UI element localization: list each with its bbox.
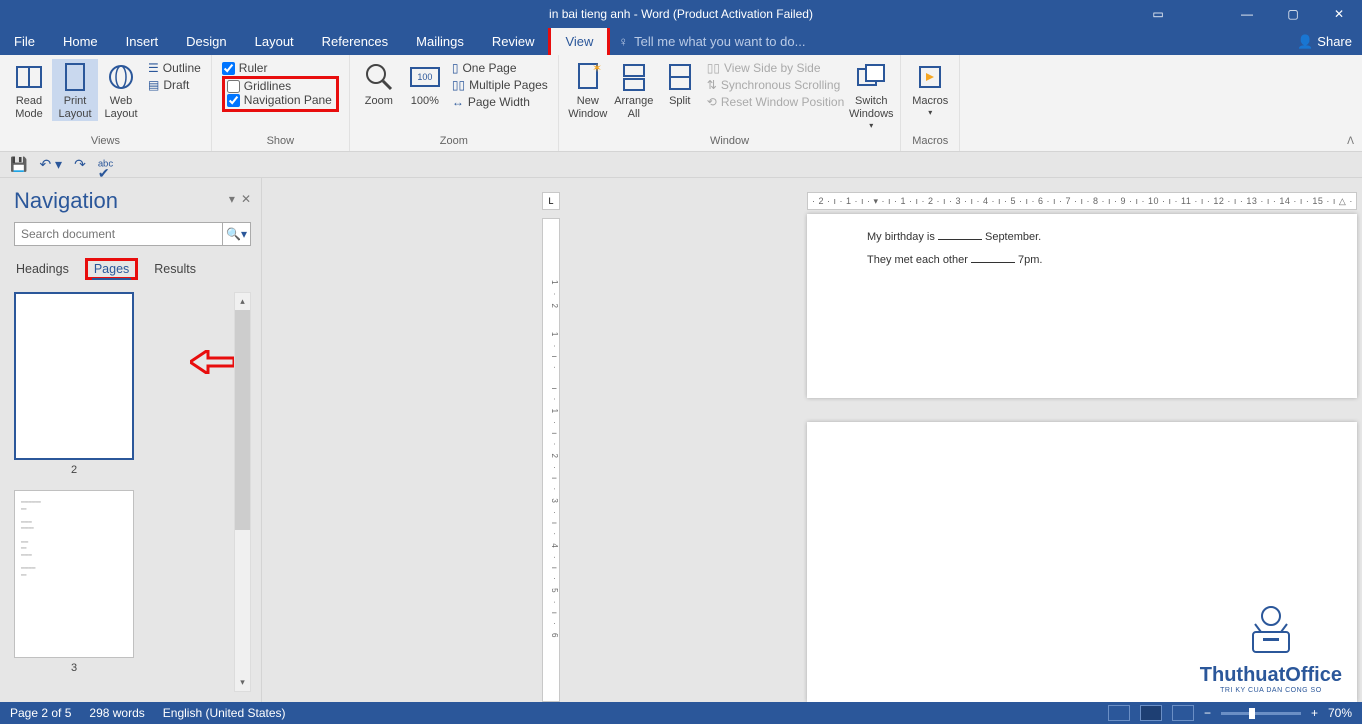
window-title: in bai tieng anh - Word (Product Activat… [549,7,813,21]
collapse-ribbon-button[interactable]: ᐱ [1347,136,1354,147]
nav-close-button[interactable]: ✕ [241,192,251,206]
thumb-label-2: 2 [14,464,134,476]
page-width-button[interactable]: ↔Page Width [452,95,548,109]
group-macros-label: Macros [907,135,953,149]
status-language[interactable]: English (United States) [163,706,286,720]
share-button[interactable]: 👤Share [1297,34,1352,50]
tell-me[interactable]: ♀Tell me what you want to do... [618,34,805,49]
tab-mailings[interactable]: Mailings [402,28,478,55]
nav-scrollbar[interactable]: ▴ ▾ [234,292,251,692]
navigation-pane-checkbox[interactable]: Navigation Pane [227,93,332,107]
status-page[interactable]: Page 2 of 5 [10,706,71,720]
nav-options-button[interactable]: ▾ [229,192,235,206]
group-zoom-label: Zoom [356,135,552,149]
print-layout-button[interactable]: PrintLayout [52,59,98,121]
search-box[interactable]: 🔍▾ [14,222,251,246]
group-views-label: Views [6,135,205,149]
zoom-slider[interactable] [1221,712,1301,715]
tab-layout[interactable]: Layout [241,28,308,55]
document-canvas[interactable]: L · 2 · ı · 1 · ı · ▾ · ı · 1 · ı · 2 · … [262,178,1362,702]
group-window-label: Window [565,135,894,149]
tab-design[interactable]: Design [172,28,240,55]
multiple-pages-button[interactable]: ▯▯Multiple Pages [452,78,548,92]
nav-tab-results[interactable]: Results [152,260,198,278]
one-page-button[interactable]: ▯One Page [452,61,548,75]
close-button[interactable]: ✕ [1316,0,1362,28]
ribbon-options-icon[interactable]: ▭ [1138,7,1178,21]
status-words[interactable]: 298 words [89,706,144,720]
tab-insert[interactable]: Insert [112,28,173,55]
new-window-button[interactable]: ✶NewWindow [565,59,611,121]
navigation-pane: ▾✕ Navigation 🔍▾ Headings Pages Results … [0,178,262,702]
spellcheck-icon[interactable]: ᵃᵇᶜ✔ [98,157,113,173]
svg-text:✶: ✶ [592,62,601,75]
save-icon[interactable]: 💾 [10,156,27,173]
ribbon: ReadMode PrintLayout WebLayout ☰Outline … [0,55,1362,152]
group-show-label: Show [218,135,343,149]
nav-tab-headings[interactable]: Headings [14,260,71,278]
sync-scrolling-button: ⇅Synchronous Scrolling [707,78,844,92]
switch-windows-button[interactable]: SwitchWindows▾ [848,59,894,131]
split-button[interactable]: Split [657,59,703,108]
reset-window-button: ⟲Reset Window Position [707,95,844,109]
zoom-percent[interactable]: 70% [1328,706,1352,720]
zoom-out-button[interactable]: − [1204,706,1211,720]
quick-access-toolbar: 💾 ↶ ▾ ↷ ᵃᵇᶜ✔ [0,152,1362,178]
tab-review[interactable]: Review [478,28,549,55]
nav-tab-pages[interactable]: Pages [92,260,131,280]
minimize-button[interactable]: — [1224,0,1270,28]
share-icon: 👤 [1297,34,1313,50]
gridlines-checkbox[interactable]: Gridlines [227,79,332,93]
macros-button[interactable]: Macros▾ [907,59,953,118]
title-bar: in bai tieng anh - Word (Product Activat… [0,0,1362,28]
view-side-by-side-button: ▯▯View Side by Side [707,61,844,75]
web-view-icon[interactable] [1172,705,1194,721]
draft-button[interactable]: ▤Draft [148,78,201,92]
zoom-button[interactable]: Zoom [356,59,402,108]
search-input[interactable] [15,223,222,245]
tab-file[interactable]: File [0,28,49,55]
document-page-2[interactable]: My birthday is September. They met each … [807,214,1357,398]
restore-button[interactable]: ▢ [1270,0,1316,28]
vertical-ruler[interactable]: 1 · 2 1 · ı · ı · 1 · ı · 2 · ı · 3 · ı … [542,218,560,702]
tab-home[interactable]: Home [49,28,112,55]
document-page-3[interactable] [807,422,1357,702]
tab-selector[interactable]: L [542,192,560,210]
page-thumb-2[interactable] [14,292,134,460]
page-thumb-3[interactable]: ━━━━━━━━━━━━━━━━━━━━━━━━━━━━━━━━━━━━━━━━… [14,490,134,658]
web-layout-button[interactable]: WebLayout [98,59,144,121]
tab-view[interactable]: View [551,28,607,55]
read-view-icon[interactable] [1108,705,1130,721]
annotation-arrow-icon [190,350,234,379]
outline-button[interactable]: ☰Outline [148,61,201,75]
nav-title: Navigation [14,188,251,214]
read-mode-button[interactable]: ReadMode [6,59,52,121]
ruler-checkbox[interactable]: Ruler [222,61,339,75]
arrange-all-button[interactable]: ArrangeAll [611,59,657,121]
search-icon[interactable]: 🔍▾ [222,223,250,245]
zoom-100-button[interactable]: 100100% [402,59,448,108]
zoom-in-button[interactable]: + [1311,706,1318,720]
tab-references[interactable]: References [308,28,402,55]
horizontal-ruler[interactable]: · 2 · ı · 1 · ı · ▾ · ı · 1 · ı · 2 · ı … [807,192,1357,210]
status-bar: Page 2 of 5 298 words English (United St… [0,702,1362,724]
print-view-icon[interactable] [1140,705,1162,721]
thumb-label-3: 3 [14,662,134,674]
redo-icon[interactable]: ↷ [74,156,86,173]
menu-bar: File Home Insert Design Layout Reference… [0,28,1362,55]
bulb-icon: ♀ [618,34,628,49]
undo-icon[interactable]: ↶ ▾ [39,156,62,173]
